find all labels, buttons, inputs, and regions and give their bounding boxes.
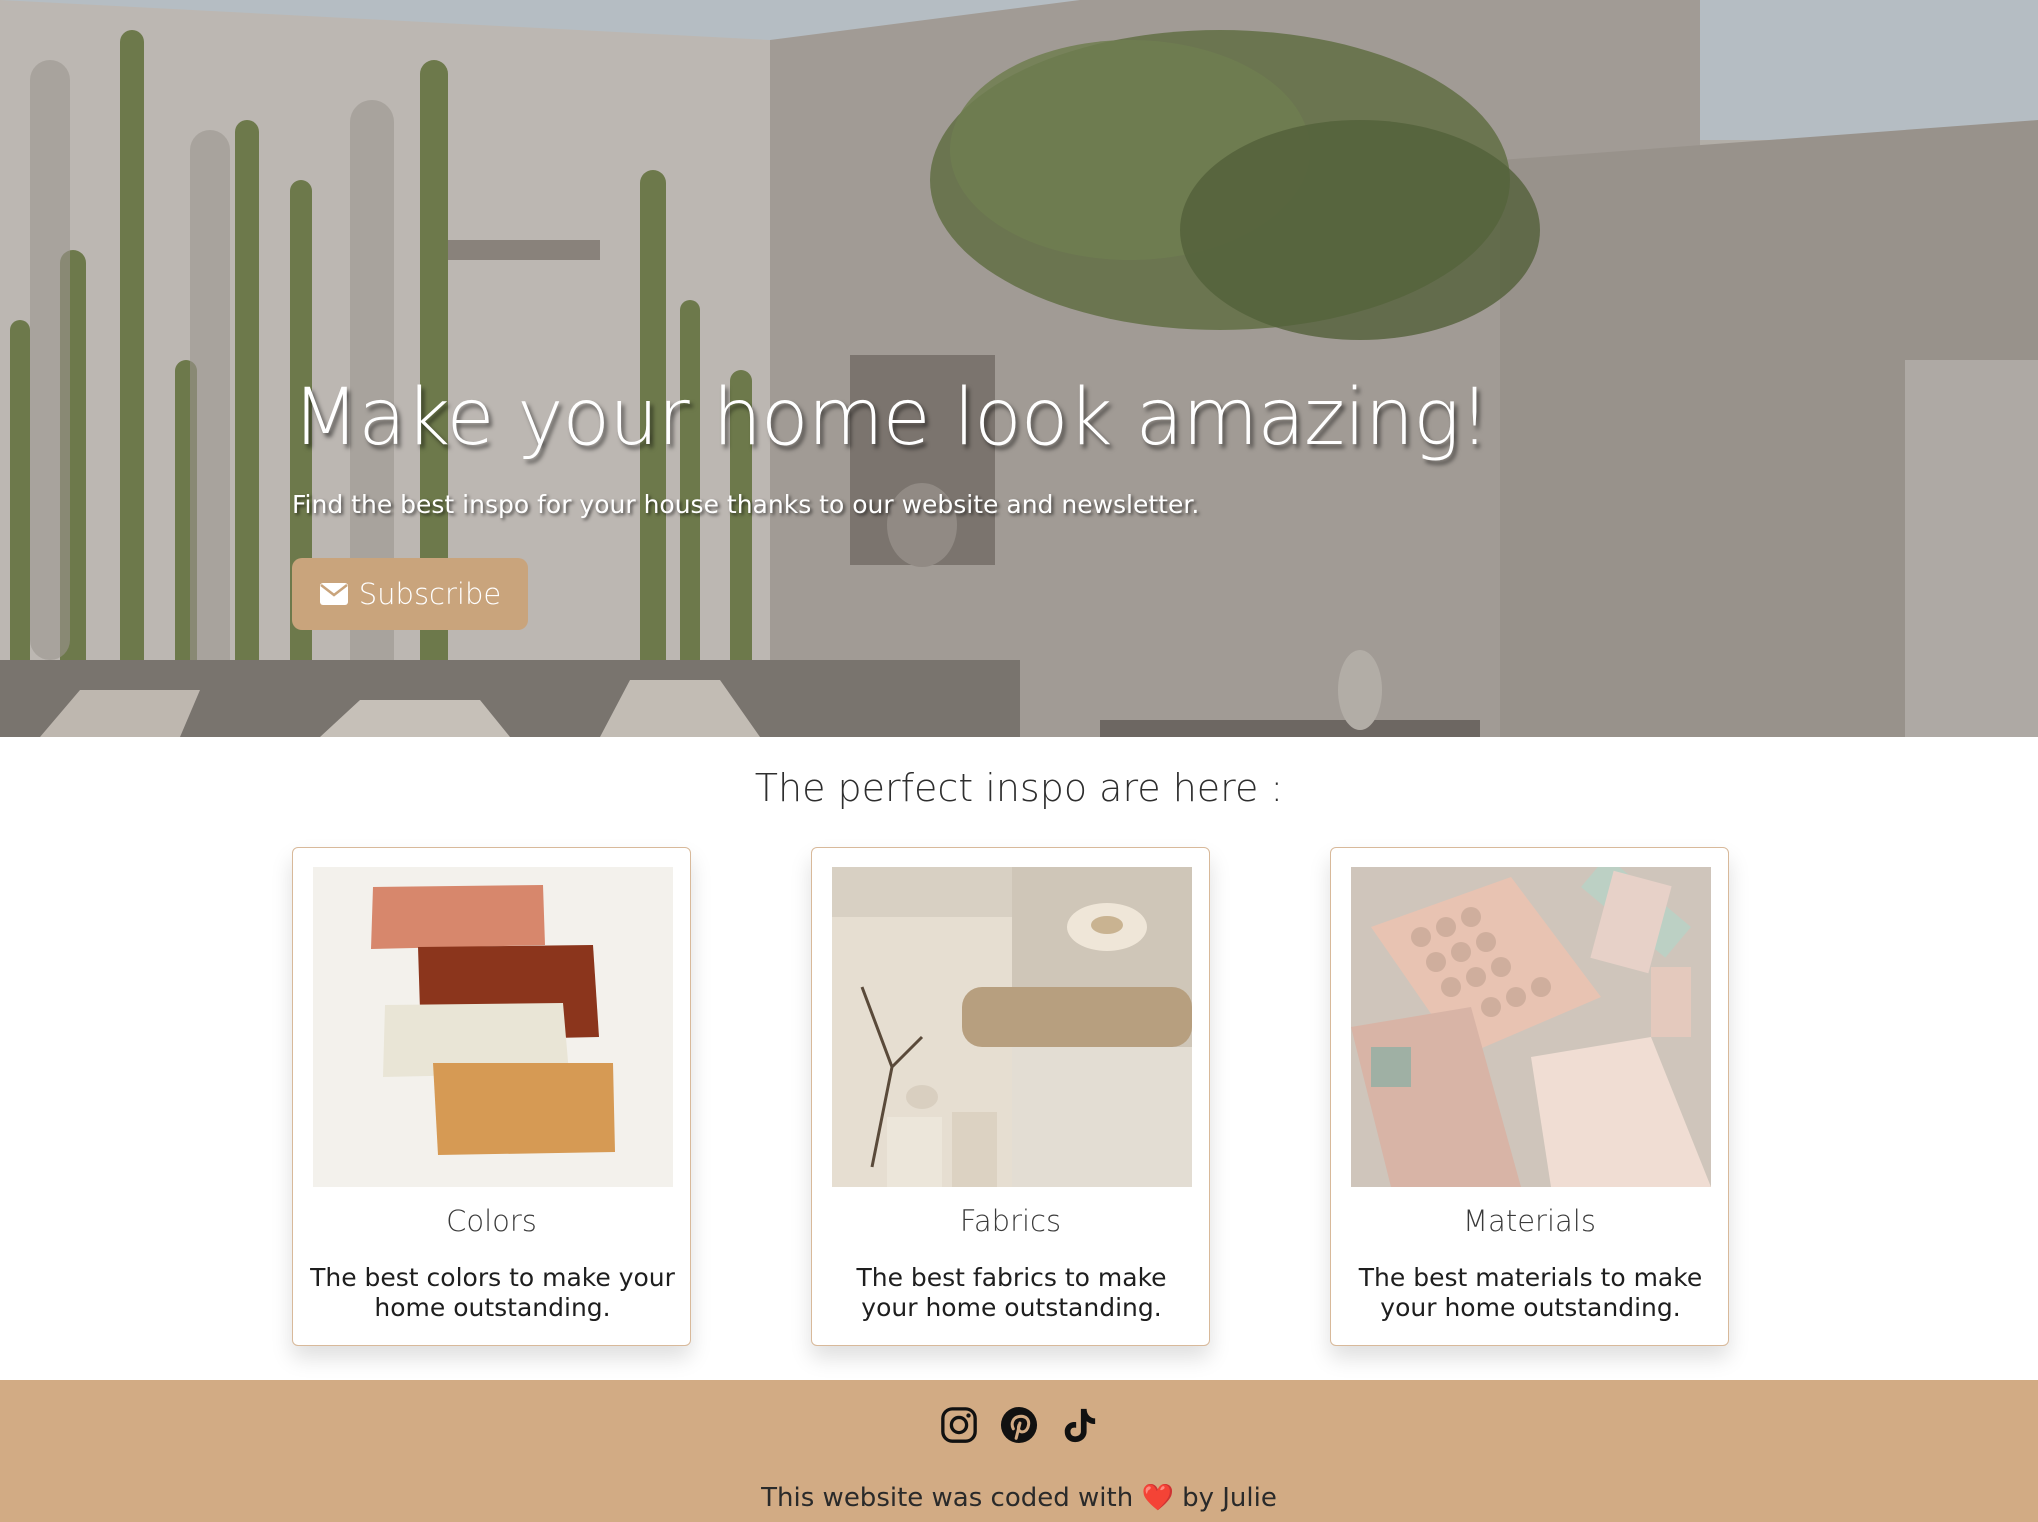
subscribe-label: Subscribe <box>358 577 502 611</box>
card-title: Colors <box>446 1204 537 1238</box>
card-description: The best materials to make your home out… <box>1358 1263 1703 1322</box>
instagram-icon <box>941 1407 977 1443</box>
hero-title: Make your home look amazing! <box>292 373 1490 463</box>
card-materials[interactable]: Materials The best materials to make you… <box>1330 847 1729 1346</box>
heart-icon: ❤️ <box>1141 1483 1174 1513</box>
tiktok-link[interactable] <box>1060 1405 1098 1445</box>
card-title: Materials <box>1463 1204 1596 1238</box>
instagram-link[interactable] <box>940 1405 978 1445</box>
pinterest-link[interactable] <box>1000 1405 1038 1445</box>
footer-credit: This website was coded with ❤️ by Julie <box>0 1483 2038 1513</box>
card-colors[interactable]: Colors The best colors to make your home… <box>292 847 691 1346</box>
hero-banner: Make your home look amazing! Find the be… <box>0 0 2038 737</box>
fabrics-image <box>832 867 1192 1187</box>
pinterest-icon <box>1000 1406 1038 1444</box>
social-links <box>0 1405 2038 1445</box>
card-fabrics[interactable]: Fabrics The best fabrics to make your ho… <box>811 847 1210 1346</box>
subscribe-button[interactable]: Subscribe <box>292 558 528 630</box>
hero-content: Make your home look amazing! Find the be… <box>292 370 1592 630</box>
footer-credit-prefix: This website was coded with <box>761 1483 1134 1513</box>
card-description: The best colors to make your home outsta… <box>310 1263 675 1322</box>
tiktok-icon <box>1064 1408 1096 1443</box>
footer-credit-suffix: by Julie <box>1182 1483 1277 1513</box>
envelope-icon <box>319 583 348 605</box>
card-title: Fabrics <box>959 1204 1062 1238</box>
section-title: The perfect inspo are here : <box>754 766 1284 810</box>
materials-image <box>1351 867 1711 1187</box>
colors-image <box>313 867 673 1187</box>
hero-subtitle: Find the best inspo for your house thank… <box>292 490 1200 519</box>
card-description: The best fabrics to make your home outst… <box>856 1263 1167 1322</box>
footer: This website was coded with ❤️ by Julie <box>0 1380 2038 1522</box>
